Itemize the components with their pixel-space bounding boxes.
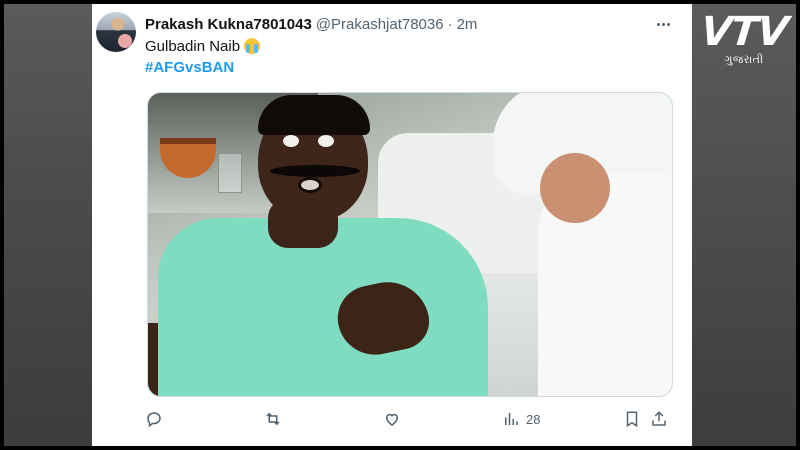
tweet-text: Gulbadin Naib [145, 37, 665, 57]
vtv-logo-text: VTV [698, 9, 790, 55]
author-handle[interactable]: @Prakashjat78036 [316, 16, 444, 33]
retweet-icon [266, 412, 280, 426]
tweet-text-body: Gulbadin Naib [145, 38, 241, 55]
hashtag-link[interactable]: #AFGvsBAN [145, 59, 234, 76]
vtv-watermark-logo: VTV ગુજરાતી [696, 9, 792, 67]
avatar[interactable] [96, 12, 136, 52]
views-count: 28 [526, 411, 541, 427]
background-left [4, 4, 92, 446]
tweet-media-image[interactable] [147, 92, 673, 397]
tweet-actions-bar: 28 [145, 408, 675, 430]
bookmark-icon [626, 411, 638, 428]
tweet-card[interactable]: Prakash Kukna7801043 @Prakashjat78036 · … [92, 4, 692, 446]
like-button[interactable] [383, 408, 401, 430]
retweet-button[interactable] [264, 408, 282, 430]
share-icon [652, 411, 666, 426]
vtv-logo-subtitle: ગુજરાતી [724, 54, 764, 66]
dot-separator: · [447, 15, 453, 33]
author-name[interactable]: Prakash Kukna7801043 [145, 16, 312, 33]
crying-emoji-icon [244, 38, 261, 54]
views-icon [505, 413, 518, 425]
bookmark-button[interactable] [623, 408, 641, 430]
timestamp[interactable]: 2m [457, 16, 478, 33]
reply-icon [147, 412, 161, 428]
heart-icon [385, 413, 399, 426]
views-button[interactable]: 28 [502, 408, 540, 430]
tweet-header: Prakash Kukna7801043 @Prakashjat78036 · … [145, 13, 665, 35]
reply-button[interactable] [145, 408, 163, 430]
share-button[interactable] [650, 408, 668, 430]
more-icon[interactable] [652, 13, 674, 35]
background-right [692, 4, 796, 446]
